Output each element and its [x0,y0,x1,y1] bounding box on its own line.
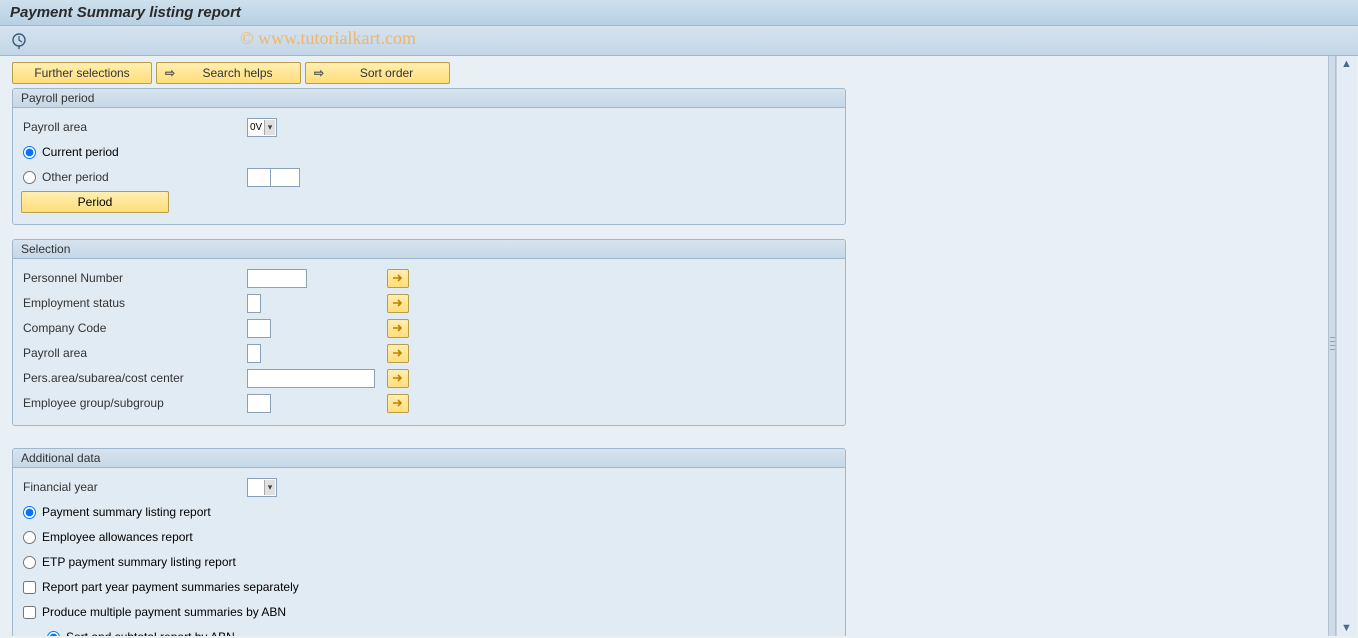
selection-input[interactable] [247,319,271,338]
financial-year-label: Financial year [23,480,247,494]
other-period-from[interactable] [247,168,271,187]
report-type-input[interactable] [23,531,36,544]
option-checkbox-input[interactable] [23,581,36,594]
sort-option-input[interactable] [47,631,60,637]
selection-input[interactable] [247,294,261,313]
report-type-radio[interactable]: Employee allowances report [23,530,193,544]
arrow-right-icon [392,373,404,383]
selection-label: Employment status [23,296,247,310]
report-type-radio[interactable]: ETP payment summary listing report [23,555,236,569]
selection-row: Employment status [23,291,835,315]
other-period-label: Other period [42,170,109,184]
other-period-input[interactable] [23,171,36,184]
report-type-label: Employee allowances report [42,530,193,544]
arrow-right-icon [392,323,404,333]
arrow-right-icon: ⇨ [161,66,179,80]
selection-label: Employee group/subgroup [23,396,247,410]
scroll-down-icon[interactable]: ▼ [1339,620,1355,636]
payroll-area-value: 0V [248,122,264,133]
arrow-right-icon [392,298,404,308]
selection-label: Payroll area [23,346,247,360]
arrow-right-icon: ⇨ [310,66,328,80]
payroll-period-group: Payroll period Payroll area 0V ▾ Current… [12,88,846,225]
option-checkbox[interactable]: Report part year payment summaries separ… [23,580,299,594]
report-type-label: Payment summary listing report [42,505,211,519]
selection-row: Pers.area/subarea/cost center [23,366,835,390]
period-button-label: Period [78,195,113,209]
sort-order-button[interactable]: ⇨ Sort order [305,62,450,84]
page-title: Payment Summary listing report [10,4,241,21]
report-type-radio[interactable]: Payment summary listing report [23,505,211,519]
multiple-selection-button[interactable] [387,269,409,288]
execute-icon[interactable] [10,32,28,50]
selection-row: Payroll area [23,341,835,365]
current-period-input[interactable] [23,146,36,159]
multiple-selection-button[interactable] [387,294,409,313]
vertical-resize-handle[interactable] [1328,56,1336,636]
group-title-additional: Additional data [13,449,845,468]
vertical-scrollbar[interactable]: ▲ ▼ [1336,56,1356,636]
selection-input[interactable] [247,394,271,413]
report-type-label: ETP payment summary listing report [42,555,236,569]
further-selections-button[interactable]: Further selections [12,62,152,84]
selection-input[interactable] [247,369,375,388]
multiple-selection-button[interactable] [387,394,409,413]
other-period-to[interactable] [270,168,300,187]
app-toolbar [0,26,1358,56]
selection-label: Company Code [23,321,247,335]
financial-year-f4[interactable]: ▾ [247,478,277,497]
f4-help-icon[interactable]: ▾ [264,120,275,135]
sort-option-radio[interactable]: Sort and subtotal report by ABN [47,630,235,636]
multiple-selection-button[interactable] [387,344,409,363]
search-helps-label: Search helps [179,66,296,80]
group-title-payroll: Payroll period [13,89,845,108]
scroll-up-icon[interactable]: ▲ [1339,56,1355,72]
main-content: Further selections ⇨ Search helps ⇨ Sort… [0,56,1335,636]
f4-help-icon[interactable]: ▾ [264,480,275,495]
option-checkbox-label: Produce multiple payment summaries by AB… [42,605,286,619]
current-period-radio[interactable]: Current period [23,145,119,159]
payroll-area-f4[interactable]: 0V ▾ [247,118,277,137]
other-period-radio[interactable]: Other period [23,170,247,184]
page-title-bar: Payment Summary listing report [0,0,1358,26]
selection-row: Personnel Number [23,266,835,290]
current-period-label: Current period [42,145,119,159]
report-type-input[interactable] [23,556,36,569]
report-type-input[interactable] [23,506,36,519]
multiple-selection-button[interactable] [387,319,409,338]
selection-input[interactable] [247,344,261,363]
resize-grip-icon [1330,334,1335,358]
sort-order-label: Sort order [328,66,445,80]
payroll-area-label: Payroll area [23,120,247,134]
selection-row: Employee group/subgroup [23,391,835,415]
multiple-selection-button[interactable] [387,369,409,388]
action-button-row: Further selections ⇨ Search helps ⇨ Sort… [12,62,1327,84]
selection-input[interactable] [247,269,307,288]
option-checkbox-label: Report part year payment summaries separ… [42,580,299,594]
selection-group: Selection Personnel Number Employment sta… [12,239,846,426]
option-checkbox[interactable]: Produce multiple payment summaries by AB… [23,605,286,619]
sort-option-label: Sort and subtotal report by ABN [66,630,235,636]
group-title-selection: Selection [13,240,845,259]
period-button[interactable]: Period [21,191,169,213]
search-helps-button[interactable]: ⇨ Search helps [156,62,301,84]
arrow-right-icon [392,273,404,283]
selection-label: Pers.area/subarea/cost center [23,371,247,385]
option-checkbox-input[interactable] [23,606,36,619]
further-selections-label: Further selections [34,66,129,80]
selection-row: Company Code [23,316,835,340]
arrow-right-icon [392,348,404,358]
arrow-right-icon [392,398,404,408]
selection-label: Personnel Number [23,271,247,285]
additional-data-group: Additional data Financial year ▾ Payment… [12,448,846,636]
